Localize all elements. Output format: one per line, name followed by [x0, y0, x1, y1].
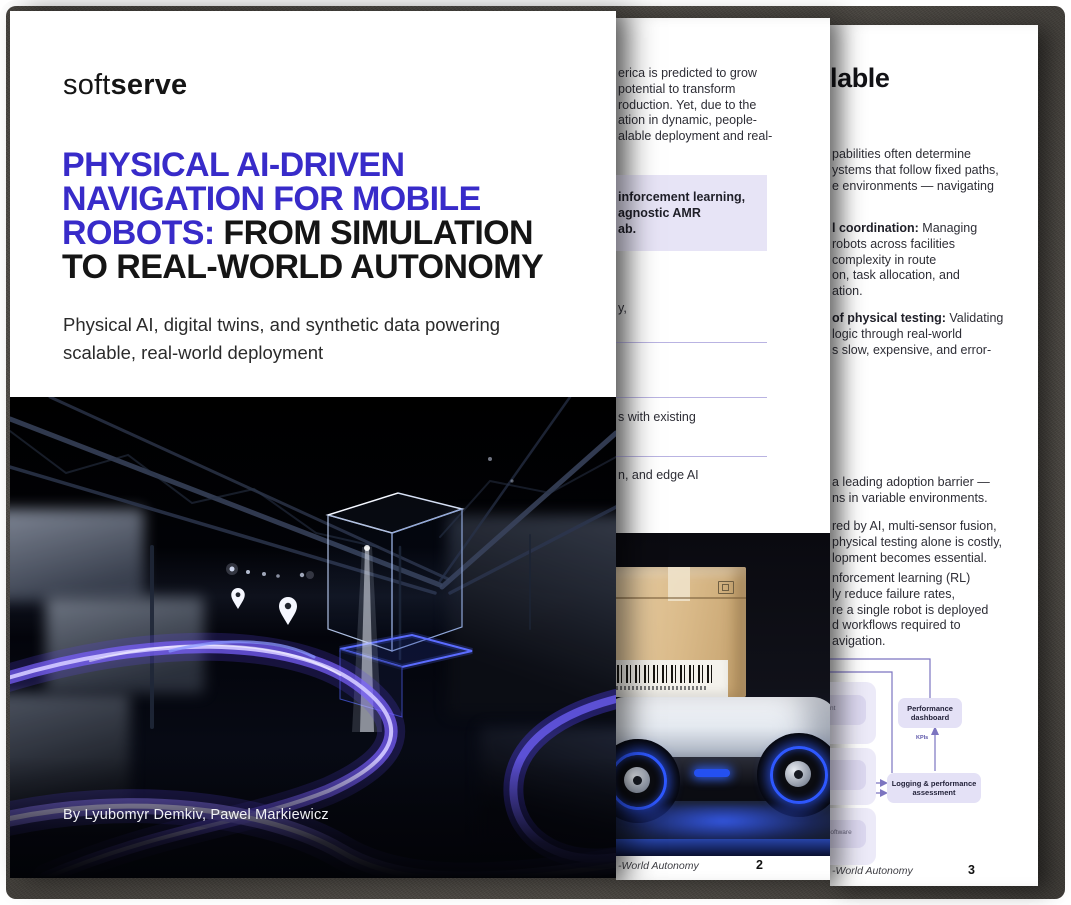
diagram-kpis-label: KPIs: [916, 735, 928, 741]
page2-intro-paragraph: erica is predicted to grow potential to …: [618, 66, 772, 145]
diagram-left-box-3: & software: [830, 808, 876, 865]
page3-heading-fragment: lable: [830, 63, 890, 94]
page2-text-fragment: y,: [618, 301, 627, 317]
ceiling-trusses: [10, 397, 616, 727]
page3-bullet-testing: of physical testing: Validating logic th…: [832, 311, 1003, 358]
wireframe-cube: [328, 493, 462, 651]
page3-paragraph-rl: nforcement learning (RL) ly reduce failu…: [832, 571, 988, 650]
barcode-label: [616, 660, 728, 697]
box-tape: [668, 567, 690, 601]
floor-reflection: [616, 839, 830, 856]
diagram-left-box-1: ment: [830, 682, 876, 744]
page2-list-item-2: n, and edge AI: [618, 468, 699, 484]
page2-footer-title: -World Autonomy: [618, 860, 699, 872]
cardboard-box: [616, 567, 746, 697]
cover-title: PHYSICAL AI-DRIVEN NAVIGATION FOR MOBILE…: [62, 148, 602, 284]
warehouse-hero-image: [10, 397, 616, 878]
page2-divider-3: [616, 456, 767, 457]
softserve-logo: softserve: [63, 69, 187, 102]
page-3: lable pabilities often determine ystems …: [830, 25, 1038, 886]
page-2: erica is predicted to grow potential to …: [616, 18, 830, 880]
page2-highlight-box: inforcement learning, agnostic AMR ab.: [616, 175, 767, 251]
diagram-left-box-2: F: [830, 748, 876, 805]
cover-page: softserve PHYSICAL AI-DRIVEN NAVIGATION …: [10, 11, 616, 878]
package-icon: [718, 581, 734, 594]
cover-subtitle: Physical AI, digital twins, and syntheti…: [63, 311, 533, 367]
page3-page-number: 3: [968, 863, 975, 877]
location-pin-icon: [231, 588, 297, 625]
page3-paragraph-barrier: a leading adoption barrier — ns in varia…: [832, 475, 990, 507]
robot-status-lamp: [694, 769, 730, 777]
box-flap-line: [616, 597, 746, 599]
diagram-performance-dashboard-box: Performance dashboard: [898, 698, 962, 728]
page2-list-item-1: s with existing: [618, 410, 696, 426]
barcode-digits: [616, 686, 708, 690]
page3-footer-title: -World Autonomy: [832, 865, 913, 877]
diagram-logging-box: Logging & performance assessment: [887, 773, 981, 803]
barcode-icon: [616, 665, 716, 683]
page3-intro: pabilities often determine ystems that f…: [832, 147, 999, 194]
page2-divider-1: [616, 342, 767, 343]
page2-divider-2: [616, 397, 767, 398]
page2-page-number: 2: [756, 858, 763, 872]
amr-robot-photo: [616, 533, 830, 856]
author-byline: By Lyubomyr Demkiv, Pawel Markiewicz: [63, 807, 329, 823]
page3-paragraph-fusion: red by AI, multi-sensor fusion, physical…: [832, 519, 1002, 566]
whitepaper-preview: lable pabilities often determine ystems …: [0, 0, 1071, 905]
page3-bullet-coordination: l coordination: Managing robots across f…: [832, 221, 977, 300]
page2-highlight-text: inforcement learning, agnostic AMR ab.: [618, 189, 745, 237]
